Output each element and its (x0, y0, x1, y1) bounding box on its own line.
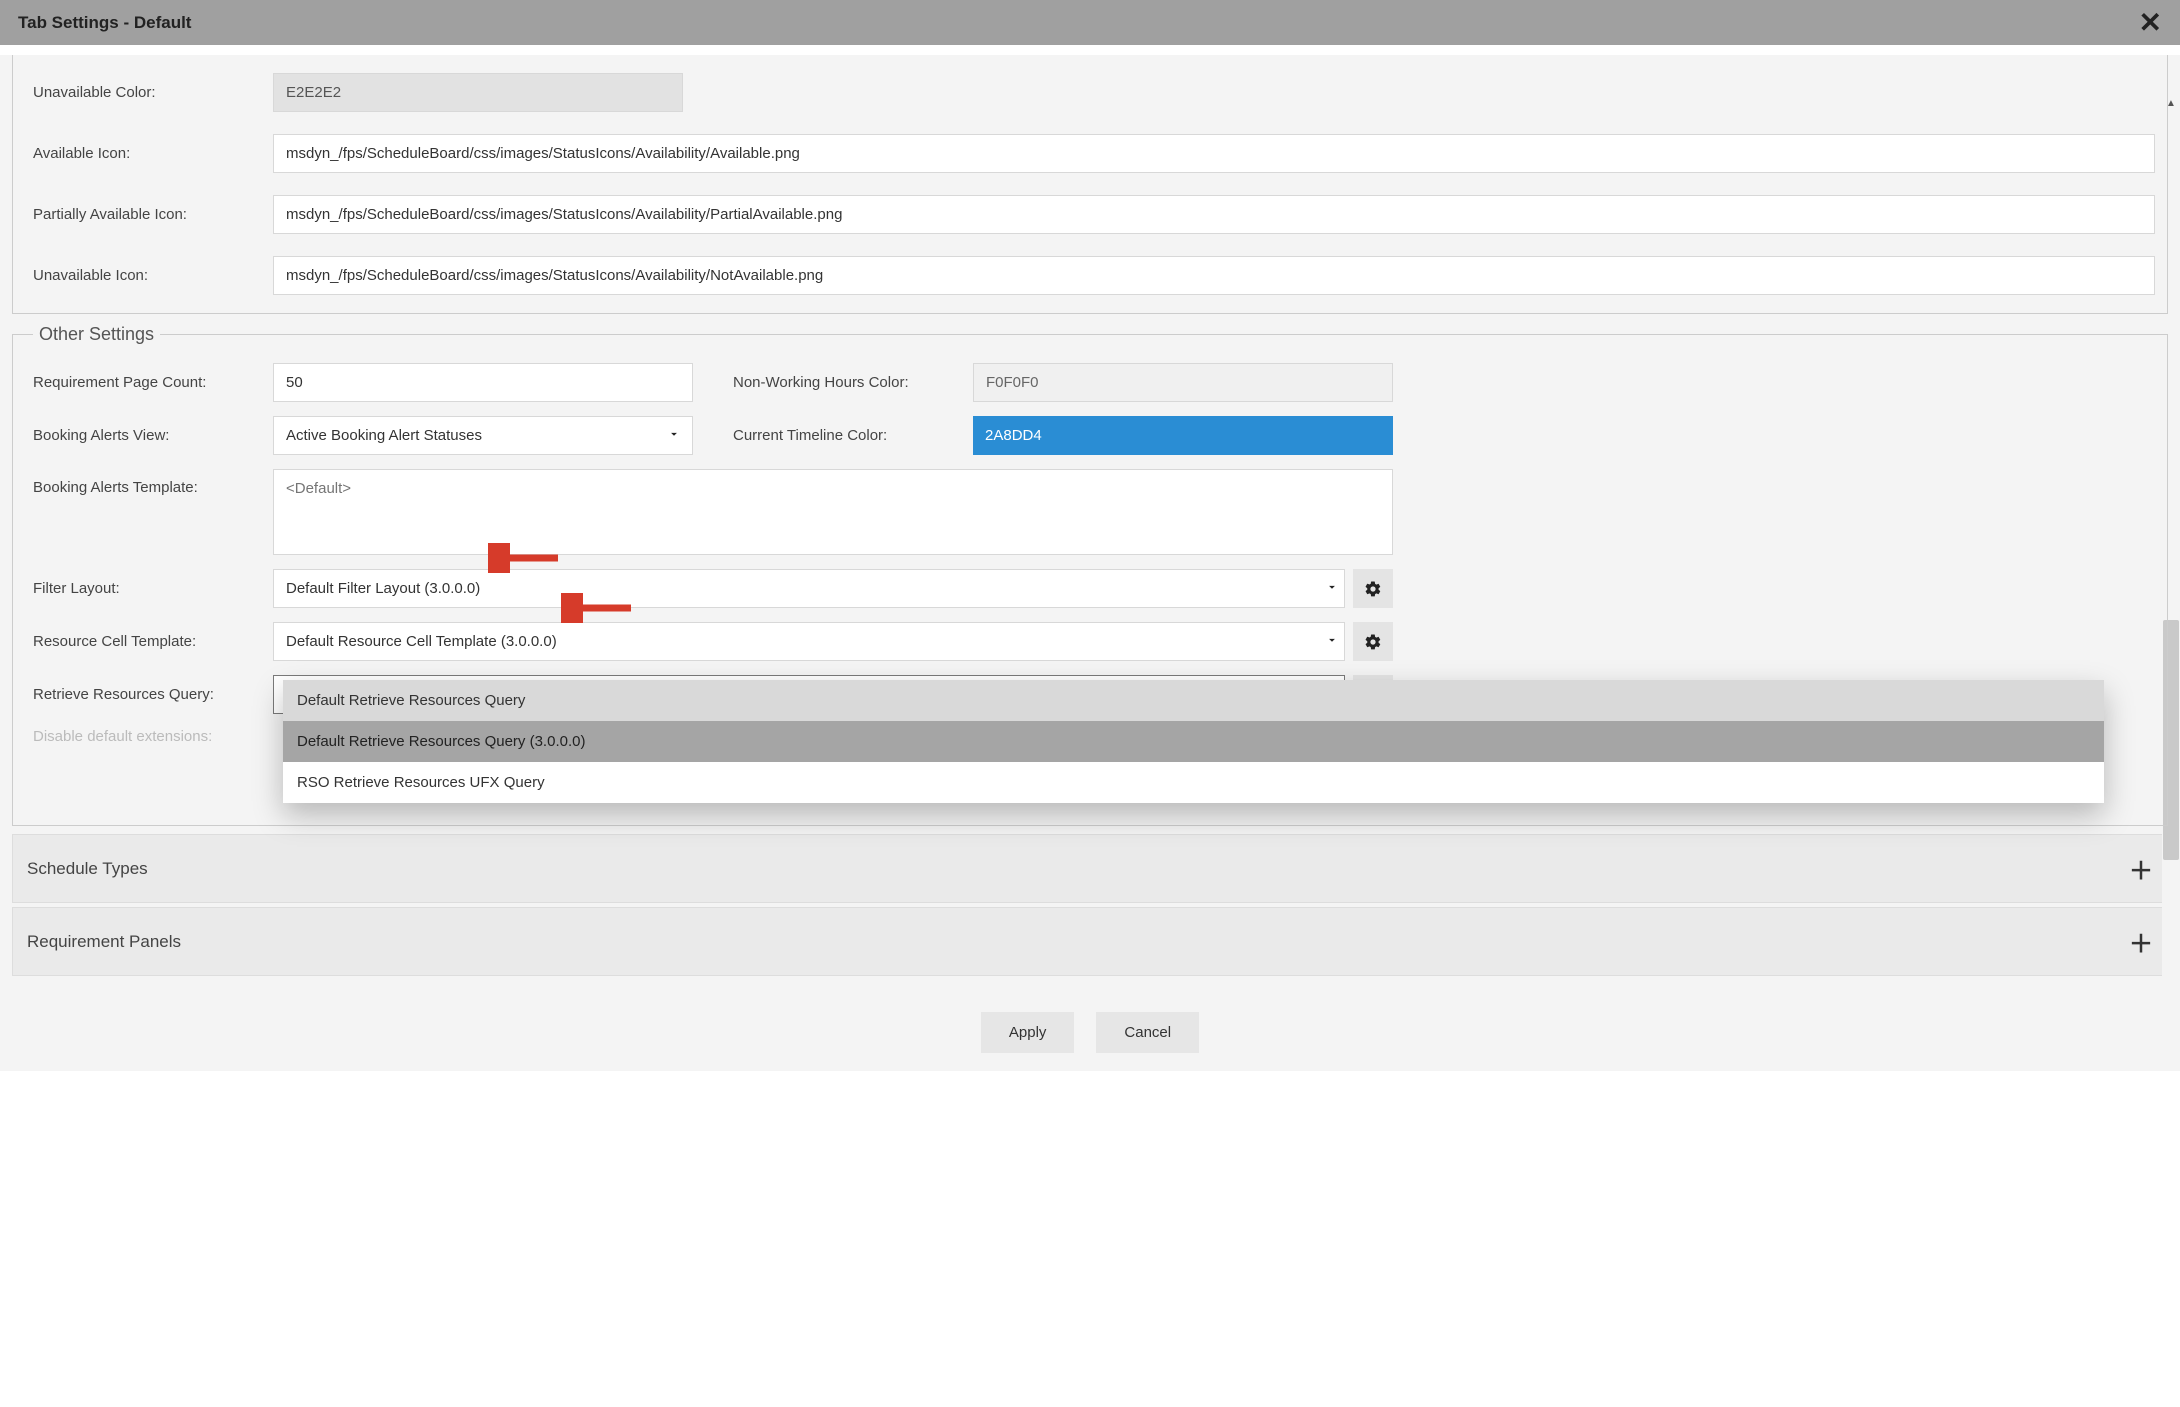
other-settings-section: Other Settings Requirement Page Count: N… (12, 324, 2168, 826)
resource-cell-template-select[interactable]: Default Resource Cell Template (3.0.0.0) (273, 622, 1345, 661)
schedule-types-accordion[interactable]: Schedule Types ＋ (12, 834, 2168, 903)
non-working-hours-color-value[interactable]: F0F0F0 (973, 363, 1393, 402)
retrieve-resources-query-dropdown: Default Retrieve Resources Query Default… (283, 680, 2104, 803)
non-working-hours-color-label: Non-Working Hours Color: (733, 374, 973, 391)
cancel-button[interactable]: Cancel (1096, 1012, 1199, 1053)
resource-cell-template-label: Resource Cell Template: (33, 633, 273, 650)
gear-icon (1364, 580, 1382, 598)
available-icon-input[interactable] (273, 134, 2155, 173)
unavailable-icon-input[interactable] (273, 256, 2155, 295)
dropdown-option[interactable]: Default Retrieve Resources Query (3.0.0.… (283, 721, 2104, 762)
dialog-title: Tab Settings - Default (18, 13, 191, 33)
gear-icon (1364, 633, 1382, 651)
requirement-panels-accordion[interactable]: Requirement Panels ＋ (12, 907, 2168, 976)
requirement-page-count-label: Requirement Page Count: (33, 374, 273, 391)
requirement-page-count-input[interactable] (273, 363, 693, 402)
dialog-footer: Apply Cancel (0, 996, 2180, 1071)
disable-default-extensions-label: Disable default extensions: (33, 728, 273, 745)
partially-available-icon-input[interactable] (273, 195, 2155, 234)
unavailable-color-value: E2E2E2 (273, 73, 683, 112)
dialog-body: ▲ Unavailable Color: E2E2E2 Available Ic… (0, 55, 2180, 1071)
partially-available-icon-label: Partially Available Icon: (33, 206, 273, 223)
titlebar: Tab Settings - Default ✕ (0, 0, 2180, 45)
filter-layout-select[interactable]: Default Filter Layout (3.0.0.0) (273, 569, 1345, 608)
booking-alerts-template-input[interactable] (273, 469, 1393, 555)
dropdown-option[interactable]: RSO Retrieve Resources UFX Query (283, 762, 2104, 803)
plus-icon: ＋ (2129, 924, 2153, 959)
retrieve-resources-query-label: Retrieve Resources Query: (33, 686, 273, 703)
dropdown-option[interactable]: Default Retrieve Resources Query (283, 680, 2104, 721)
apply-button[interactable]: Apply (981, 1012, 1075, 1053)
booking-alerts-view-select[interactable]: Active Booking Alert Statuses (273, 416, 693, 455)
booking-alerts-view-label: Booking Alerts View: (33, 427, 273, 444)
accordion-label: Requirement Panels (27, 932, 181, 952)
current-timeline-color-value[interactable]: 2A8DD4 (973, 416, 1393, 455)
resource-cell-template-gear-button[interactable] (1353, 622, 1393, 661)
accordion-label: Schedule Types (27, 859, 148, 879)
icon-settings-section: Unavailable Color: E2E2E2 Available Icon… (12, 55, 2168, 314)
available-icon-label: Available Icon: (33, 145, 273, 162)
current-timeline-color-label: Current Timeline Color: (733, 427, 973, 444)
plus-icon: ＋ (2129, 851, 2153, 886)
filter-layout-gear-button[interactable] (1353, 569, 1393, 608)
unavailable-color-label: Unavailable Color: (33, 84, 273, 101)
close-icon[interactable]: ✕ (2139, 6, 2162, 39)
other-settings-legend: Other Settings (33, 324, 160, 345)
booking-alerts-template-label: Booking Alerts Template: (33, 469, 273, 496)
filter-layout-label: Filter Layout: (33, 580, 273, 597)
unavailable-icon-label: Unavailable Icon: (33, 267, 273, 284)
